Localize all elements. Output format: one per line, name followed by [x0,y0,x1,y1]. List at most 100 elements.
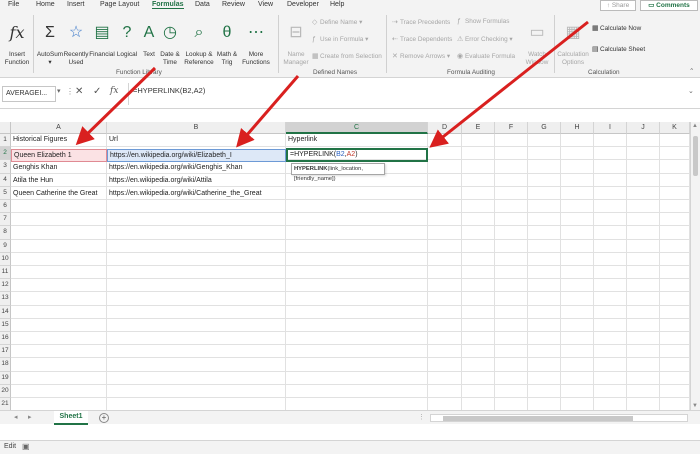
grid-cell[interactable] [462,266,495,280]
cancel-icon[interactable]: ✕ [75,86,83,97]
grid-cell[interactable] [594,266,627,280]
grid-cell[interactable] [286,252,428,266]
add-sheet-icon[interactable]: + [99,413,109,423]
grid-cell[interactable] [627,200,660,214]
grid-cell[interactable] [428,305,462,319]
grid-cell[interactable] [561,358,594,372]
grid-cell[interactable] [660,173,690,187]
evaluate-formula-button[interactable]: ◉ Evaluate Formula [457,52,515,60]
grid-cell[interactable] [561,134,594,148]
grid-cell[interactable] [561,213,594,227]
grid-cell[interactable] [528,134,561,148]
calculate-now-button[interactable]: ▦Calculate Now [592,24,641,32]
grid-cell[interactable] [594,305,627,319]
grid-cell[interactable] [660,358,690,372]
grid-cell[interactable] [627,213,660,227]
grid-cell[interactable] [428,332,462,346]
grid-cell[interactable] [462,134,495,148]
grid-cell[interactable] [528,384,561,398]
grid-cell[interactable] [594,173,627,187]
grid-cell[interactable] [428,345,462,359]
scroll-down-icon[interactable]: ▼ [692,403,698,409]
grid-cell[interactable] [286,266,428,280]
row-header-13[interactable]: 13 [0,292,11,306]
grid-cell[interactable] [462,239,495,253]
grid-cell[interactable] [528,213,561,227]
grid-cell[interactable] [107,200,286,214]
watch-window-button[interactable]: ▭ Watch Window [523,16,551,66]
use-in-formula-button[interactable]: ƒ Use in Formula ▾ [312,35,368,43]
grid-cell[interactable] [11,213,107,227]
grid-cell[interactable] [428,384,462,398]
grid-cell[interactable] [594,200,627,214]
grid-cell[interactable] [286,213,428,227]
cell-c2[interactable]: =HYPERLINK(B2,A2) [286,148,428,162]
grid-cell[interactable] [660,252,690,266]
column-header-k[interactable]: K [660,122,690,134]
grid-cell[interactable] [462,186,495,200]
grid-cell[interactable] [594,358,627,372]
grid-cell[interactable] [660,279,690,293]
grid-cell[interactable] [462,160,495,174]
row-header-7[interactable]: 7 [0,213,11,227]
grid-cell[interactable] [286,226,428,240]
grid-cell[interactable] [495,305,528,319]
tab-page-layout[interactable]: Page Layout [100,1,139,8]
grid-cell[interactable] [627,160,660,174]
grid-cell[interactable] [286,371,428,385]
grid-cell[interactable] [107,332,286,346]
cell-b1[interactable]: Url [107,134,286,147]
row-header-15[interactable]: 15 [0,318,11,332]
grid-cell[interactable] [11,371,107,385]
grid-cell[interactable] [286,186,428,200]
row-header-20[interactable]: 20 [0,384,11,398]
grid-cell[interactable] [462,292,495,306]
grid-cell[interactable] [11,345,107,359]
grid-cell[interactable] [462,318,495,332]
grid-cell[interactable] [107,384,286,398]
grid-cell[interactable] [561,305,594,319]
grid-cell[interactable] [627,147,660,161]
column-header-j[interactable]: J [627,122,660,134]
column-header-i[interactable]: I [594,122,627,134]
collapse-ribbon-icon[interactable]: ⌃ [689,67,694,75]
grid-cell[interactable] [627,279,660,293]
grid-cell[interactable] [107,213,286,227]
grid-cell[interactable] [286,305,428,319]
cell-a3[interactable]: Genghis Khan [11,162,107,175]
tab-help[interactable]: Help [330,1,344,8]
tab-formulas[interactable]: Formulas [152,1,184,9]
grid-cell[interactable] [528,147,561,161]
grid-cell[interactable] [107,252,286,266]
grid-cell[interactable] [462,173,495,187]
grid-cell[interactable] [462,200,495,214]
tab-file[interactable]: File [8,1,19,8]
grid-cell[interactable] [528,279,561,293]
grid-cell[interactable] [11,318,107,332]
grid-cell[interactable] [495,147,528,161]
grid-cell[interactable] [428,186,462,200]
grid-cell[interactable] [11,239,107,253]
grid-cell[interactable] [528,266,561,280]
grid-cell[interactable] [428,358,462,372]
grid-cell[interactable] [286,292,428,306]
horizontal-scroll-thumb[interactable] [443,416,633,421]
grid-cell[interactable] [495,371,528,385]
grid-cell[interactable] [286,332,428,346]
column-header-c[interactable]: C [286,122,428,134]
grid-cell[interactable] [428,213,462,227]
cell-b4[interactable]: https://en.wikipedia.org/wiki/Attila [107,175,286,188]
name-box[interactable]: AVERAGEI... [2,86,56,102]
grid-cell[interactable] [528,318,561,332]
text-button[interactable]: A Text [139,16,159,59]
grid-cell[interactable] [462,332,495,346]
grid-cell[interactable] [428,252,462,266]
grid-cell[interactable] [495,318,528,332]
horizontal-scrollbar[interactable] [430,414,688,422]
grid-cell[interactable] [561,239,594,253]
grid-cell[interactable] [594,134,627,148]
create-from-selection-button[interactable]: ▦Create from Selection [312,52,382,60]
column-header-e[interactable]: E [462,122,495,134]
grid-cell[interactable] [462,358,495,372]
grid-cell[interactable] [627,332,660,346]
